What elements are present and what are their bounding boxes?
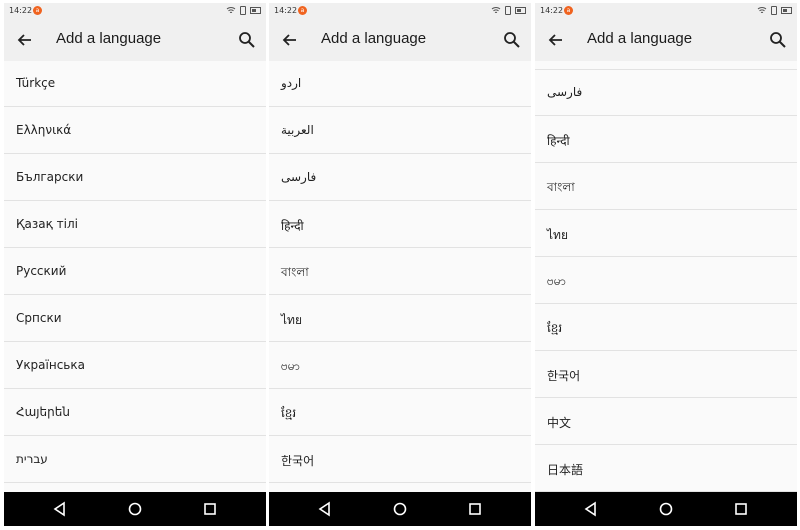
language-item[interactable]: Türkçe (4, 61, 266, 107)
status-time: 14:22 (540, 6, 564, 15)
battery-icon (781, 7, 792, 14)
app-bar: Add a language (269, 19, 531, 61)
language-label: Български (16, 170, 84, 184)
notification-icon: a (33, 6, 42, 15)
status-bar: 14:22 a (4, 3, 266, 19)
sim-icon (505, 6, 511, 15)
phone-screen-2: 14:22 a Add a language اردو العربية فارس… (269, 3, 531, 526)
search-icon[interactable] (237, 30, 257, 50)
language-label: 한국어 (547, 369, 581, 383)
language-label: Հայերեն (16, 405, 70, 419)
navigation-bar (535, 492, 797, 526)
language-label: Ελληνικά (16, 123, 72, 137)
sim-icon (240, 6, 246, 15)
phone-screen-3: 14:22 a Add a language فارسی हिन्दी বাংল… (535, 3, 797, 526)
language-item[interactable]: हिन्दी (269, 202, 531, 248)
status-time: 14:22 (274, 6, 298, 15)
app-bar: Add a language (4, 19, 266, 61)
arrow-back-icon[interactable] (546, 30, 566, 50)
language-item[interactable]: עברית (4, 437, 266, 483)
sim-icon (771, 6, 777, 15)
phone-screen-1: 14:22 a Add a language Türkçe Ελληνικά Б… (4, 3, 266, 526)
triangle-back-icon[interactable] (50, 499, 70, 519)
language-label: ខ្មែរ (281, 406, 297, 420)
language-item[interactable]: 한국어 (269, 437, 531, 483)
language-item[interactable]: اردو (269, 61, 531, 107)
language-item[interactable]: 한국어 (535, 352, 797, 398)
language-item[interactable]: 日本語 (535, 446, 797, 492)
arrow-back-icon[interactable] (15, 30, 35, 50)
language-label: العربية (281, 123, 314, 137)
language-item[interactable]: فارسی (535, 70, 797, 116)
page-title: Add a language (56, 30, 162, 47)
language-item[interactable]: ខ្មែរ (269, 390, 531, 436)
square-recent-icon[interactable] (465, 499, 485, 519)
language-label: हिन्दी (547, 134, 570, 148)
language-item[interactable]: Հայերեն (4, 390, 266, 436)
language-label: ខ្មែរ (547, 321, 563, 335)
notification-icon: a (298, 6, 307, 15)
language-label: ဗမာ (547, 274, 566, 288)
arrow-back-icon[interactable] (280, 30, 300, 50)
language-label: Русский (16, 264, 67, 278)
language-label: ไทย (281, 313, 302, 327)
navigation-bar (4, 492, 266, 526)
language-label: 中文 (547, 416, 572, 430)
language-label: فارسی (547, 85, 583, 99)
language-item[interactable]: हिन्दी (535, 117, 797, 163)
language-item[interactable]: Српски (4, 296, 266, 342)
language-label: 한국어 (281, 454, 315, 468)
circle-home-icon[interactable] (656, 499, 676, 519)
language-item-partial[interactable] (535, 51, 797, 70)
language-item[interactable]: ไทย (535, 211, 797, 257)
page-title: Add a language (587, 30, 693, 47)
status-bar: 14:22 a (535, 3, 797, 19)
language-item[interactable]: Ελληνικά (4, 108, 266, 154)
language-item[interactable]: বাংলা (535, 164, 797, 210)
language-label: Српски (16, 311, 62, 325)
language-item[interactable]: ဗမာ (269, 343, 531, 389)
language-label: বাংলা (281, 265, 309, 279)
battery-icon (515, 7, 526, 14)
language-label: ไทย (547, 228, 568, 242)
language-label: اردو (281, 76, 302, 90)
square-recent-icon[interactable] (200, 499, 220, 519)
language-label: עברית (16, 452, 48, 466)
search-icon[interactable] (768, 30, 788, 50)
language-label: Қазақ тілі (16, 217, 78, 231)
circle-home-icon[interactable] (390, 499, 410, 519)
triangle-back-icon[interactable] (581, 499, 601, 519)
status-time: 14:22 (9, 6, 33, 15)
language-label: ဗမာ (281, 359, 300, 373)
language-item[interactable]: ខ្មែរ (535, 305, 797, 351)
wifi-icon (757, 7, 767, 14)
language-item[interactable]: 中文 (535, 399, 797, 445)
search-icon[interactable] (502, 30, 522, 50)
language-item[interactable]: ไทย (269, 296, 531, 342)
triangle-back-icon[interactable] (315, 499, 335, 519)
language-item[interactable]: Қазақ тілі (4, 202, 266, 248)
language-item[interactable]: Русский (4, 249, 266, 295)
language-label: Українська (16, 358, 85, 372)
navigation-bar (269, 492, 531, 526)
page-title: Add a language (321, 30, 427, 47)
language-item[interactable]: العربية (269, 108, 531, 154)
notification-icon: a (564, 6, 573, 15)
battery-icon (250, 7, 261, 14)
language-item[interactable]: বাংলা (269, 249, 531, 295)
language-label: 日本語 (547, 463, 584, 477)
language-item[interactable]: Українська (4, 343, 266, 389)
language-label: فارسی (281, 170, 317, 184)
language-item[interactable]: فارسی (269, 155, 531, 201)
language-label: বাংলা (547, 180, 575, 194)
language-label: हिन्दी (281, 219, 304, 233)
language-item[interactable]: Български (4, 155, 266, 201)
language-label: Türkçe (16, 76, 56, 90)
language-item[interactable]: ဗမာ (535, 258, 797, 304)
wifi-icon (491, 7, 501, 14)
square-recent-icon[interactable] (731, 499, 751, 519)
circle-home-icon[interactable] (125, 499, 145, 519)
wifi-icon (226, 7, 236, 14)
status-bar: 14:22 a (269, 3, 531, 19)
